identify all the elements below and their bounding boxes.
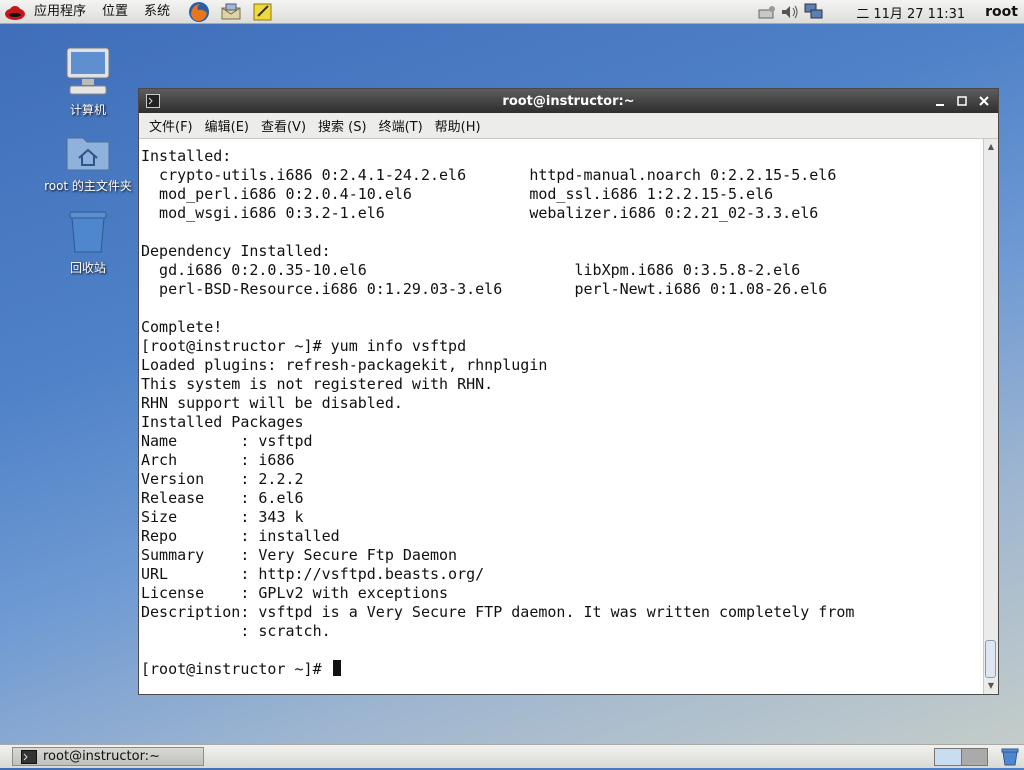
terminal-line: Loaded plugins: refresh-packagekit, rhnp… [141, 356, 548, 374]
terminal-line: perl-BSD-Resource.i686 0:1.29.03-3.el6 p… [141, 280, 828, 298]
clock[interactable]: 二 11月 27 11:31 [844, 3, 977, 22]
terminal-window: root@instructor:~ 文件(F) 编辑(E) 查看(V) 搜索 (… [138, 88, 999, 695]
close-button[interactable] [976, 93, 992, 109]
scroll-up-arrow-icon[interactable]: ▲ [984, 140, 998, 154]
terminal-line: License : GPLv2 with exceptions [141, 584, 449, 602]
menu-places[interactable]: 位置 [94, 0, 136, 24]
terminal-line: : scratch. [141, 622, 331, 640]
menu-system[interactable]: 系统 [136, 0, 178, 24]
terminal-line: Name : vsftpd [141, 432, 313, 450]
terminal-line: URL : http://vsftpd.beasts.org/ [141, 565, 485, 583]
terminal-line: Dependency Installed: [141, 242, 331, 260]
terminal-line: mod_perl.i686 0:2.0.4-10.el6 mod_ssl.i68… [141, 185, 774, 203]
home-folder-icon [65, 137, 111, 175]
menu-view[interactable]: 查看(V) [255, 116, 312, 135]
desktop-icon-trash[interactable]: 回收站 [40, 210, 136, 276]
terminal-line: mod_wsgi.i686 0:3.2-1.el6 webalizer.i686… [141, 204, 819, 222]
minimize-button[interactable] [932, 93, 948, 109]
terminal-line: Release : 6.el6 [141, 489, 304, 507]
window-title: root@instructor:~ [502, 93, 635, 109]
taskbar-window-label: root@instructor:~ [43, 749, 160, 764]
terminal-task-icon [21, 749, 37, 764]
redhat-logo-icon[interactable] [4, 2, 26, 22]
workspace-switcher[interactable] [934, 748, 988, 766]
menu-file[interactable]: 文件(F) [143, 116, 199, 135]
network-icon[interactable] [756, 4, 778, 20]
terminal-prompt-line[interactable]: [root@instructor ~]# [141, 660, 983, 679]
bottom-panel: root@instructor:~ [0, 744, 1024, 768]
desktop-icon-label: 回收站 [69, 261, 106, 275]
terminal-line: Summary : Very Secure Ftp Daemon [141, 546, 458, 564]
menu-help[interactable]: 帮助(H) [429, 116, 487, 135]
scrollbar-thumb[interactable] [985, 640, 996, 678]
volume-icon[interactable] [778, 4, 802, 20]
terminal-output[interactable]: Installed: crypto-utils.i686 0:2.4.1-24.… [139, 139, 983, 694]
trash-icon [66, 211, 110, 257]
terminal-line: Size : 343 k [141, 508, 304, 526]
text-cursor [332, 660, 341, 676]
menu-terminal[interactable]: 终端(T) [373, 116, 429, 135]
terminal-line: gd.i686 0:2.0.35-10.el6 libXpm.i686 0:3.… [141, 261, 801, 279]
terminal-line: Complete! [141, 318, 223, 336]
terminal-line: Installed Packages [141, 413, 304, 431]
desktop-icon-computer[interactable]: 计算机 [40, 46, 136, 118]
workspace-2[interactable] [961, 749, 987, 765]
mail-icon[interactable] [220, 2, 242, 22]
terminal-line: crypto-utils.i686 0:2.4.1-24.2.el6 httpd… [141, 166, 837, 184]
terminal-line: Version : 2.2.2 [141, 470, 304, 488]
terminal-line: RHN support will be disabled. [141, 394, 403, 412]
window-titlebar[interactable]: root@instructor:~ [139, 89, 998, 113]
terminal-line: Description: vsftpd is a Very Secure FTP… [141, 603, 855, 621]
terminal-line: This system is not registered with RHN. [141, 375, 494, 393]
computer-icon [64, 47, 112, 99]
taskbar-window-button[interactable]: root@instructor:~ [12, 747, 204, 766]
top-panel: 应用程序 位置 系统 二 11月 27 11:31 root [0, 0, 1024, 24]
firefox-icon[interactable] [188, 1, 210, 22]
vertical-scrollbar[interactable]: ▲ ▼ [983, 139, 998, 694]
desktop-icon-label: 计算机 [69, 103, 106, 117]
terminal-prompt: [root@instructor ~]# [141, 660, 331, 678]
display-icon[interactable] [802, 3, 826, 21]
scroll-down-arrow-icon[interactable]: ▼ [984, 679, 998, 693]
user-label[interactable]: root [977, 4, 1024, 20]
trash-applet-icon[interactable] [1000, 748, 1020, 770]
menu-applications[interactable]: 应用程序 [26, 0, 94, 24]
terminal-line: Installed: [141, 147, 232, 165]
maximize-button[interactable] [954, 93, 970, 109]
terminal-line: Arch : i686 [141, 451, 295, 469]
workspace-1[interactable] [935, 749, 962, 765]
terminal-line: [root@instructor ~]# yum info vsftpd [141, 337, 467, 355]
desktop-icon-home[interactable]: root 的主文件夹 [40, 132, 136, 194]
terminal-line: Repo : installed [141, 527, 340, 545]
desktop-icon-label: root 的主文件夹 [44, 179, 132, 193]
menu-search[interactable]: 搜索 (S) [312, 116, 373, 135]
notes-icon[interactable] [252, 2, 274, 22]
terminal-menubar: 文件(F) 编辑(E) 查看(V) 搜索 (S) 终端(T) 帮助(H) [139, 113, 998, 139]
menu-edit[interactable]: 编辑(E) [199, 116, 255, 135]
